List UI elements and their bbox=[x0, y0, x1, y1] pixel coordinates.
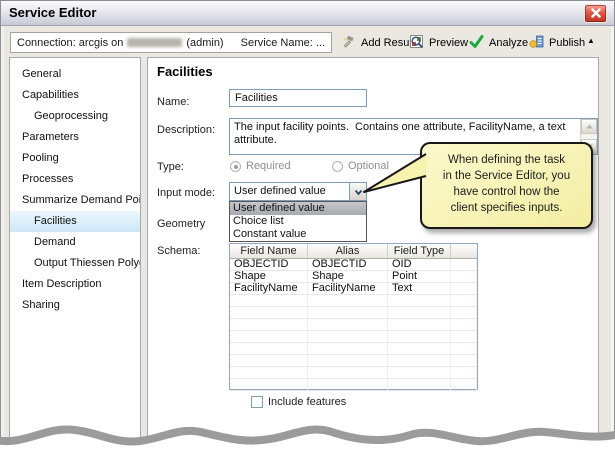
analyze-icon bbox=[469, 34, 484, 52]
sidebar-item-capabilities[interactable]: Capabilities bbox=[10, 85, 140, 106]
sidebar-item-demand[interactable]: Demand bbox=[10, 232, 140, 253]
connection-suffix: (admin) bbox=[186, 37, 223, 49]
type-required-option: Required bbox=[230, 160, 291, 172]
cell-blank bbox=[451, 283, 477, 294]
type-label: Type: bbox=[157, 161, 184, 173]
radio-unselected-icon bbox=[332, 161, 343, 172]
dropdown-option-user-defined-value[interactable]: User defined value bbox=[230, 202, 366, 215]
cell-field-type[interactable]: Point bbox=[388, 271, 451, 282]
torn-edge-decoration bbox=[0, 408, 615, 456]
sidebar-item-facilities[interactable]: Facilities bbox=[10, 211, 140, 232]
callout-text: When defining the task bbox=[422, 152, 591, 168]
table-row-empty bbox=[230, 343, 477, 355]
close-button[interactable] bbox=[584, 4, 607, 23]
include-features-label: Include features bbox=[268, 396, 346, 408]
input-mode-label: Input mode: bbox=[157, 187, 215, 199]
sidebar-item-geoprocessing[interactable]: Geoprocessing bbox=[10, 106, 140, 127]
geometry-label: Geometry bbox=[157, 218, 205, 230]
preview-icon bbox=[409, 34, 424, 52]
schema-label: Schema: bbox=[157, 245, 200, 257]
column-header-blank bbox=[451, 244, 477, 258]
radio-selected-icon bbox=[230, 161, 241, 172]
add-result-button[interactable]: Add Result bbox=[341, 33, 415, 53]
cell-alias[interactable]: FacilityName bbox=[308, 283, 388, 294]
window-title: Service Editor bbox=[9, 5, 96, 20]
connection-prefix: Connection: arcgis on bbox=[17, 37, 123, 49]
cell-field-type[interactable]: Text bbox=[388, 283, 451, 294]
name-input[interactable] bbox=[229, 89, 367, 107]
column-header-field-name[interactable]: Field Name bbox=[230, 244, 308, 258]
sidebar-item-general[interactable]: General bbox=[10, 64, 140, 85]
redacted-server-name bbox=[127, 38, 182, 47]
page-title: Facilities bbox=[157, 64, 213, 79]
cell-field-name[interactable]: OBJECTID bbox=[230, 259, 308, 270]
column-header-alias[interactable]: Alias bbox=[308, 244, 388, 258]
table-row-empty bbox=[230, 295, 477, 307]
sidebar-item-pooling[interactable]: Pooling bbox=[10, 148, 140, 169]
table-row-empty bbox=[230, 319, 477, 331]
cell-field-name[interactable]: Shape bbox=[230, 271, 308, 282]
title-bar: Service Editor bbox=[1, 1, 614, 26]
publish-button[interactable]: Publish bbox=[529, 33, 585, 53]
callout-tail bbox=[358, 148, 430, 200]
sidebar-item-parameters[interactable]: Parameters bbox=[10, 127, 140, 148]
facilities-form-panel: Facilities Name: Description: The input … bbox=[147, 57, 599, 440]
sidebar-item-sharing[interactable]: Sharing bbox=[10, 295, 140, 316]
table-row-empty bbox=[230, 331, 477, 343]
add-result-icon bbox=[341, 34, 356, 52]
sidebar-item-item-description[interactable]: Item Description bbox=[10, 274, 140, 295]
sidebar-item-summarize-demand-points[interactable]: Summarize Demand Points By bbox=[10, 190, 140, 211]
column-header-field-type[interactable]: Field Type bbox=[388, 244, 451, 258]
table-row-empty bbox=[230, 379, 477, 391]
schema-table-header: Field Name Alias Field Type bbox=[230, 244, 477, 259]
annotation-callout: When defining the task in the Service Ed… bbox=[420, 142, 593, 229]
table-row[interactable]: OBJECTID OBJECTID OID bbox=[230, 259, 477, 271]
collapse-toolbar-arrow-icon[interactable]: ▲ bbox=[587, 36, 595, 45]
add-result-label: Add Result bbox=[361, 37, 415, 49]
cell-field-type[interactable]: OID bbox=[388, 259, 451, 270]
publish-label: Publish bbox=[549, 37, 585, 49]
table-row-empty bbox=[230, 307, 477, 319]
schema-table: Field Name Alias Field Type OBJECTID OBJ… bbox=[229, 243, 478, 390]
dropdown-option-constant-value[interactable]: Constant value bbox=[230, 228, 366, 241]
type-required-label: Required bbox=[246, 160, 291, 172]
input-mode-combobox[interactable]: User defined value bbox=[229, 182, 367, 201]
dropdown-option-choice-list[interactable]: Choice list bbox=[230, 215, 366, 228]
cell-field-name[interactable]: FacilityName bbox=[230, 283, 308, 294]
cell-blank bbox=[451, 271, 477, 282]
name-label: Name: bbox=[157, 96, 189, 108]
service-editor-window: Service Editor Connection: arcgis on (ad… bbox=[0, 0, 615, 456]
callout-text: have control how the bbox=[422, 184, 591, 200]
input-mode-value: User defined value bbox=[230, 183, 349, 200]
input-mode-dropdown-list: User defined value Choice list Constant … bbox=[229, 201, 367, 242]
connection-readout: Connection: arcgis on (admin) Service Na… bbox=[10, 32, 332, 53]
publish-icon bbox=[529, 34, 544, 52]
close-icon bbox=[591, 5, 601, 23]
cell-alias[interactable]: Shape bbox=[308, 271, 388, 282]
sidebar-item-processes[interactable]: Processes bbox=[10, 169, 140, 190]
table-row[interactable]: Shape Shape Point bbox=[230, 271, 477, 283]
sidebar-item-output-thiessen-polygons[interactable]: Output Thiessen Polygons bbox=[10, 253, 140, 274]
include-features-checkbox[interactable] bbox=[251, 396, 263, 408]
service-name-label: Service Name: ... bbox=[241, 37, 325, 49]
analyze-label: Analyze bbox=[489, 37, 528, 49]
description-label: Description: bbox=[157, 124, 215, 136]
preview-button[interactable]: Preview bbox=[409, 33, 468, 53]
cell-blank bbox=[451, 259, 477, 270]
table-row[interactable]: FacilityName FacilityName Text bbox=[230, 283, 477, 295]
scroll-up-icon[interactable] bbox=[581, 119, 597, 134]
table-row-empty bbox=[230, 355, 477, 367]
table-row-empty bbox=[230, 367, 477, 379]
settings-nav-panel: General Capabilities Geoprocessing Param… bbox=[9, 57, 141, 440]
callout-text: in the Service Editor, you bbox=[422, 168, 591, 184]
analyze-button[interactable]: Analyze bbox=[469, 33, 528, 53]
cell-alias[interactable]: OBJECTID bbox=[308, 259, 388, 270]
callout-text: client specifies inputs. bbox=[422, 200, 591, 216]
preview-label: Preview bbox=[429, 37, 468, 49]
